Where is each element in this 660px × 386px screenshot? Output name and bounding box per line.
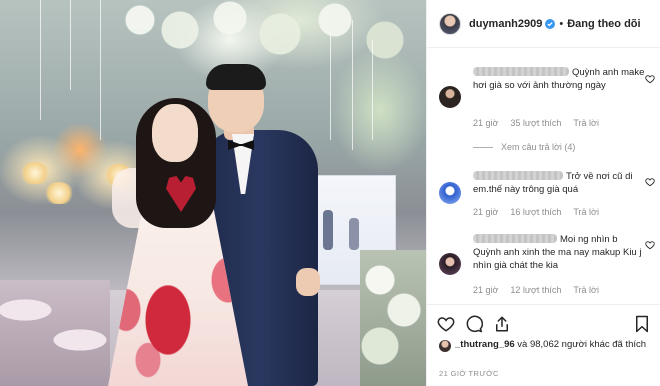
heart-outline-icon[interactable]	[645, 177, 655, 187]
bookmark-icon[interactable]	[633, 315, 651, 333]
comment-body: ▒▒▒▒▒▒▒Trở về nơi cũ di em.thế này trông…	[473, 170, 645, 196]
woman-face	[152, 104, 198, 162]
chandelier	[20, 162, 50, 184]
liker-username[interactable]: _thutrang_96	[455, 339, 515, 350]
chandelier	[44, 182, 74, 204]
reply-button[interactable]: Trả lời	[573, 285, 599, 295]
comment-item: ▒▒▒▒▒▒▒Trở về nơi cũ di em.thế này trông…	[439, 170, 655, 220]
commenter-name-redacted[interactable]: ▒▒▒▒▒▒▒	[473, 67, 569, 76]
commenter-name-redacted[interactable]: ▒▒▒▒▒▒▒	[473, 171, 563, 180]
comment-body: ▒▒▒▒▒▒▒Quỳnh anh make hơi già so với ảnh…	[473, 66, 645, 92]
comment-time: 21 giờ	[473, 285, 499, 295]
commenter-avatar[interactable]	[439, 182, 461, 204]
header-separator: •	[559, 17, 564, 30]
comment-like-count[interactable]: 16 lượt thích	[510, 207, 561, 217]
comment-meta: 21 giờ 12 lượt thích Trả lời	[473, 285, 599, 295]
following-button[interactable]: Đang theo dõi	[567, 18, 640, 30]
comment-item: ▒▒▒▒▒▒▒Quỳnh anh make hơi già so với ảnh…	[439, 66, 655, 154]
hanging-light-string	[40, 0, 41, 120]
post-side-panel: duymanh2909 • Đang theo dõi ▒▒▒▒▒▒▒Quỳnh…	[426, 0, 660, 386]
heart-outline-icon[interactable]	[437, 315, 455, 333]
likes-text: _thutrang_96 và 98,062 người khác đã thí…	[455, 338, 651, 351]
post-actions-bar	[427, 304, 660, 342]
comment-time: 21 giờ	[473, 118, 499, 128]
comment-like-count[interactable]: 35 lượt thích	[510, 118, 561, 128]
view-replies-label[interactable]: Xem câu trả lời (4)	[501, 142, 575, 152]
hanging-light-string	[330, 30, 331, 140]
comment-like-count[interactable]: 12 lượt thích	[510, 285, 561, 295]
post-photo[interactable]	[0, 0, 426, 386]
author-username[interactable]: duymanh2909	[469, 18, 542, 30]
comment-body: ▒▒▒▒▒▒▒Moi ng nhìn b Quỳnh anh xinh the …	[473, 233, 645, 272]
commenter-name-redacted[interactable]: ▒▒▒▒▒▒▒	[473, 234, 557, 243]
comment-item: ▒▒▒▒▒▒▒Moi ng nhìn b Quỳnh anh xinh the …	[439, 233, 655, 297]
post-header: duymanh2909 • Đang theo dõi	[427, 0, 660, 48]
commenter-avatar[interactable]	[439, 253, 461, 275]
flower-arrangement	[360, 250, 426, 386]
screen-figure	[323, 210, 333, 250]
share-upload-icon[interactable]	[493, 315, 511, 333]
hanging-light-string	[372, 40, 373, 140]
comment-bubble-icon[interactable]	[465, 315, 483, 333]
hanging-light-string	[100, 0, 101, 140]
comment-meta: 21 giờ 35 lượt thích Trả lời	[473, 118, 599, 128]
comment-meta: 21 giờ 16 lượt thích Trả lời	[473, 207, 599, 217]
reply-button[interactable]: Trả lời	[573, 207, 599, 217]
liker-avatar[interactable]	[439, 340, 451, 352]
screen-figure	[349, 218, 359, 250]
post-timestamp: 21 GIỜ TRƯỚC	[439, 369, 499, 378]
hanging-light-string	[352, 20, 353, 150]
hanging-light-string	[70, 0, 71, 90]
replies-line	[473, 146, 493, 148]
likes-count[interactable]: và 98,062 người khác đã thích	[515, 339, 646, 350]
heart-outline-icon[interactable]	[645, 240, 655, 250]
view-replies[interactable]: Xem câu trả lời (4)	[473, 142, 575, 152]
heart-outline-icon[interactable]	[645, 74, 655, 84]
comment-time: 21 giờ	[473, 207, 499, 217]
banquet-tables	[0, 280, 110, 386]
man-hair	[206, 64, 266, 90]
author-avatar[interactable]	[439, 12, 461, 35]
reply-button[interactable]: Trả lời	[573, 118, 599, 128]
verified-badge-icon	[545, 18, 556, 29]
flower-canopy	[120, 0, 426, 80]
commenter-avatar[interactable]	[439, 86, 461, 108]
man-hand	[296, 268, 320, 296]
